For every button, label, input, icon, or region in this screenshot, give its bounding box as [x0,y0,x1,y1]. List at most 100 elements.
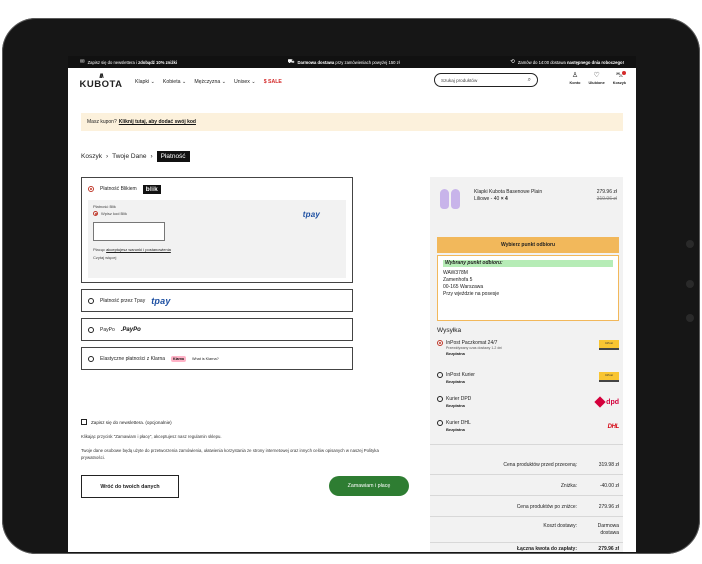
shipping-price: Bezpłatna [446,379,465,384]
product-price-current: 279.96 zł [596,189,617,195]
nav-item-mezczyzna[interactable]: Mężczyzna ⌄ [194,79,226,85]
shipping-radio[interactable] [437,420,443,426]
choose-pickup-point-button[interactable]: Wybierz punkt odbioru [437,237,619,253]
payment-option-tpay[interactable]: Płatność przez Tpay tpay [81,289,353,312]
tablet-button [686,280,694,288]
coupon-banner: Masz kupon? Kliknij tutaj, aby dodać swó… [81,113,623,131]
blik-code-field[interactable] [93,222,165,241]
dpd-logo-text: dpd [606,398,619,406]
newsletter-checkbox-row[interactable]: Zapisz się do newslettera. (opcjonalnie) [81,419,172,425]
blik-panel: Płatność Blik Wpisz kod Blik tpay Płacąc… [88,200,346,278]
shipping-option-inpost-locker[interactable]: InPost Paczkomat 24/7 Przewidywany czas … [437,340,619,356]
newsletter-checkbox[interactable] [81,419,87,425]
order-summary: Klapki Kubota Basenowe Plain Liliowe - 4… [430,177,623,552]
kubota-logo[interactable]: ////\ KUBOTA [79,74,123,90]
nav-item-sale[interactable]: $ SALE [264,79,282,85]
payment-option-klarna[interactable]: Elastyczne płatności z Klarna Klarna Wha… [81,347,353,370]
total-row: Cena produktów przed przeceną: 319.98 zł [437,462,619,468]
slipper-left [440,189,449,209]
shipping-radio[interactable] [437,396,443,402]
paypo-radio[interactable] [88,326,94,333]
terms-note: Klikając przycisk "Zamawiam i płacę", ak… [81,434,222,439]
total-value: Darmowa dostawa [597,523,619,536]
breadcrumb-cart[interactable]: Koszyk [81,153,102,160]
pickup-line: Zamenhofa 5 [443,277,473,283]
blik-read-more[interactable]: Czytaj więcej [93,255,341,260]
shipping-radio[interactable] [437,340,443,346]
summary-divider [430,542,623,543]
product-qty: × 4 [500,196,508,202]
tpay-row: Płatność przez Tpay tpay [82,290,352,311]
payment-option-paypo[interactable]: PayPo .PayPo [81,318,353,341]
dhl-logo: DHL [607,424,620,430]
site-header: ////\ KUBOTA Klapki ⌄ Kobieta ⌄ Mężczyzn… [68,68,636,95]
breadcrumb-data[interactable]: Twoje Dane [112,153,146,160]
tpay-logo: tpay [302,210,320,219]
shipping-name: Kurier DHL [446,420,471,426]
summary-divider [430,444,623,445]
blik-panel-title: Płatność Blik [93,204,116,209]
shipping-eta: Przewidywany czas dostawy 1-2 dni [446,346,503,350]
shipping-title: Wysyłka [437,327,462,334]
payment-option-blik[interactable]: Płatność Blikiem blik Płatność Blik Wpis… [81,177,353,283]
blik-radio[interactable] [88,186,94,192]
nav-item-unisex[interactable]: Unisex ⌄ [234,79,256,85]
pickup-line: 00-165 Warszawa [443,284,484,290]
shipping-price: Bezpłatna [446,403,465,408]
blik-terms: Płacąc akceptujesz warunki i postanowien… [93,247,341,252]
logo-text: KUBOTA [79,79,123,90]
tpay-radio[interactable] [88,297,94,304]
shipping-option-inpost-courier[interactable]: InPost Kurier Bezpłatna InPost [437,372,619,384]
breadcrumb-payment: Płatność [156,151,190,162]
coupon-link[interactable]: Kliknij tutaj, aby dodać swój kod [119,119,196,125]
shipping-option-dpd[interactable]: Kurier DPD Bezpłatna dpd [437,396,619,408]
product-name-text: Klapki Kubota Basenowe Plain Liliowe - 4… [474,189,543,202]
blik-code-label: Wpisz kod Blik [101,211,128,216]
heart-icon: ♡ [593,72,600,79]
place-order-button[interactable]: Zamawiam i płacę [329,476,409,496]
total-label: Zniżka: [560,483,577,489]
summary-divider [430,495,623,496]
blik-terms-link[interactable]: akceptujesz warunki i postanowienia [106,247,171,252]
pickup-point-box: Wybrany punkt odbioru: WAW378M Zamenhofa… [437,255,619,321]
shipping-option-dhl[interactable]: Kurier DHL Bezpłatna DHL [437,420,619,432]
favorites-button[interactable]: ♡ Ulubione [588,72,604,85]
klarna-info-link[interactable]: What is Klarna? [192,357,219,361]
product-price: 279.96 zł 319.96 zł [597,189,617,219]
product-thumbnail [437,189,463,211]
paypo-label: PayPo [100,326,115,333]
account-label: Konto [569,81,581,85]
account-button[interactable]: ♙ Konto [569,72,580,85]
total-value: 279.96 zł [598,504,619,510]
pickup-line: WAW378M [443,270,468,276]
nav-item-kobieta[interactable]: Kobieta ⌄ [163,79,186,85]
favorites-label: Ulubione [588,81,605,85]
back-to-data-button[interactable]: Wróć do twoich danych [81,475,179,498]
blik-code-radio[interactable] [93,211,98,216]
dpd-logo: dpd [594,396,619,408]
breadcrumb-separator: › [150,153,153,160]
blik-header: Płatność Blikiem blik [82,178,352,200]
breadcrumb-separator: › [105,153,109,160]
nav-item-klapki[interactable]: Klapki ⌄ [135,79,155,85]
product-name: Klapki Kubota Basenowe Plain Liliowe - 4… [474,189,546,219]
dpd-cube-icon [594,396,606,408]
blik-terms-prefix: Płacąc [93,247,107,252]
shipping-radio[interactable] [437,372,443,378]
promo-delivery: ⛟ Darmowa dostawa przy zamówieniach powy… [288,59,400,66]
main-nav: Klapki ⌄ Kobieta ⌄ Mężczyzna ⌄ Unisex ⌄ … [135,79,282,85]
promo-order: ⟲ Zamów do 14:00 dostawa następnego dnia… [510,59,624,65]
cart-button[interactable]: ⛍ Koszyk [613,71,626,85]
breadcrumb: Koszyk › Twoje Dane › Płatność [81,151,190,162]
shipping-option-row: Kurier DPD [437,396,619,402]
shipping-option-row: Kurier DHL [437,420,619,426]
klarna-radio[interactable] [88,355,94,362]
slipper-right [451,189,460,209]
shipping-name: Kurier DPD [446,396,472,402]
search-input[interactable]: Szukaj produktów ⌕ [434,73,538,87]
search-icon[interactable]: ⌕ [528,77,531,84]
blik-label: Płatność Blikiem [100,186,137,192]
inpost-logo: InPost [599,340,619,350]
summary-product: Klapki Kubota Basenowe Plain Liliowe - 4… [437,189,617,219]
promo-newsletter[interactable]: ✉ Zapisz się do newslettera i zdobądź 10… [80,59,177,65]
